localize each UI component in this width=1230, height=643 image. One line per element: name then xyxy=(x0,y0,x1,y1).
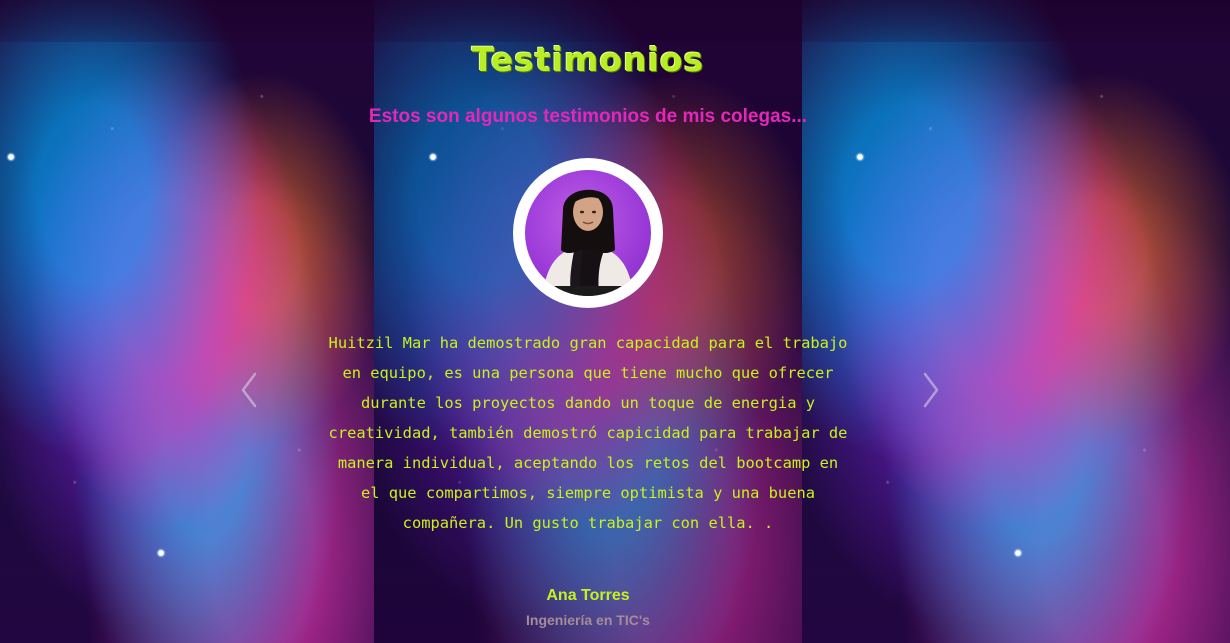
section-subtitle: Estos son algunos testimonios de mis col… xyxy=(368,106,808,127)
carousel-prev-button[interactable] xyxy=(233,368,267,412)
author-name: Ana Torres xyxy=(546,587,630,604)
testimonial-quote: Huitzil Mar ha demostrado gran capacidad… xyxy=(328,334,848,532)
avatar xyxy=(525,170,651,296)
star-sparkle xyxy=(855,152,865,162)
background-panel-left xyxy=(0,0,374,643)
chevron-right-icon xyxy=(913,368,947,412)
author-role: Ingeniería en TIC's xyxy=(526,612,650,628)
carousel-next-button[interactable] xyxy=(913,368,947,412)
person-photo xyxy=(543,189,633,296)
star-sparkle xyxy=(6,152,16,162)
avatar-frame xyxy=(513,158,663,308)
star-sparkle xyxy=(1013,548,1023,558)
chevron-left-icon xyxy=(233,368,267,412)
testimonial-section: Testimonios Estos son algunos testimonio… xyxy=(329,0,848,643)
star-sparkle xyxy=(156,548,166,558)
section-title: Testimonios xyxy=(471,40,705,79)
background-panel-right xyxy=(802,0,1230,643)
